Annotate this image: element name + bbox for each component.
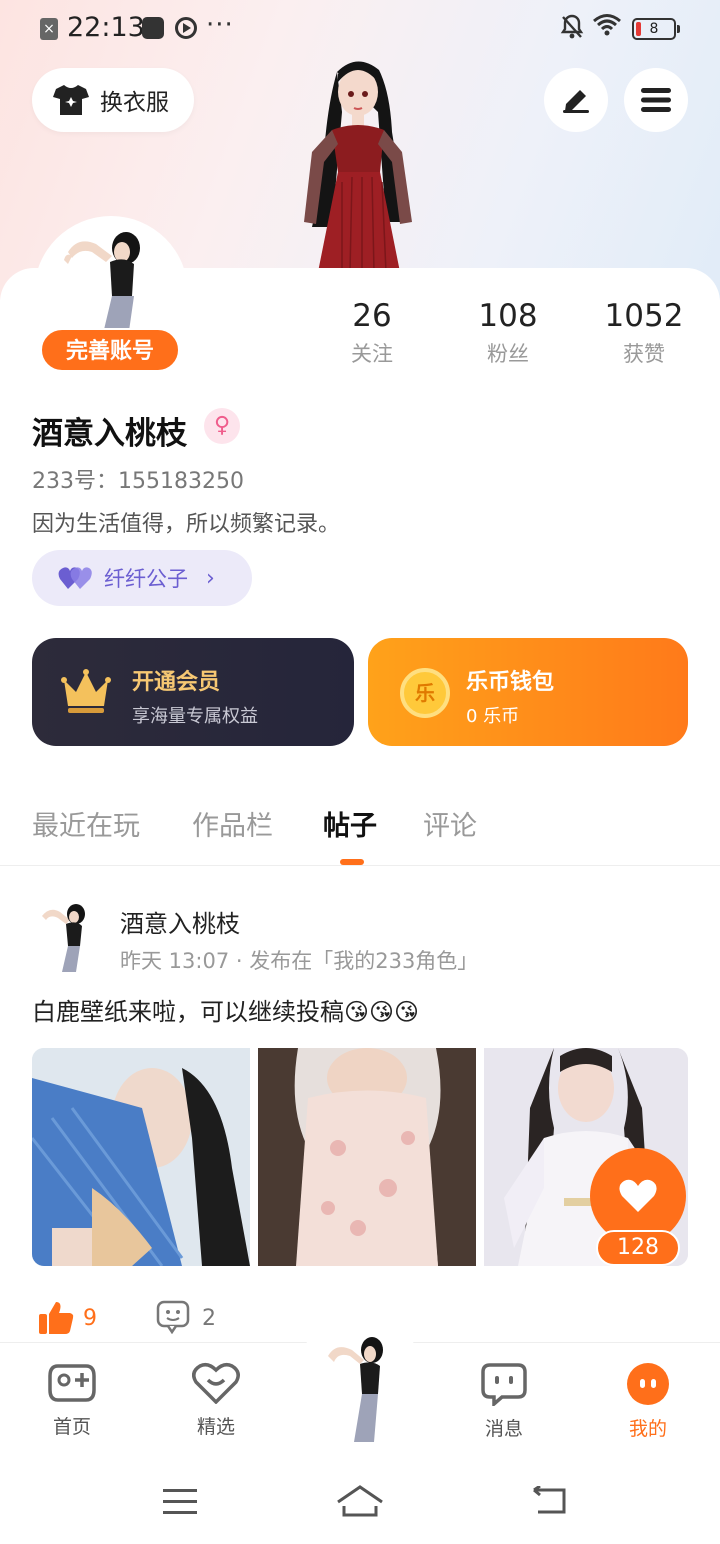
like-floating-count: 128 [596,1230,680,1266]
cp-relation-label: 纤纤公子 [104,567,188,591]
vip-membership-card[interactable]: 开通会员 享海量专属权益 [32,638,354,746]
stat-following-label: 关注 [351,342,393,366]
stat-followers-count: 108 [478,298,538,334]
stat-likes[interactable]: 1052 获赞 [574,298,714,368]
tab-comments[interactable]: 评论 [423,804,477,843]
post-meta: 昨天 13:07 · 发布在「我的233角色」 [120,949,479,973]
tab-works[interactable]: 作品栏 [192,804,273,843]
face-icon [627,1363,669,1405]
wallet-balance: 0 乐币 [466,706,520,727]
nav-featured-label: 精选 [196,1416,235,1438]
complete-account-button[interactable]: 完善账号 [40,328,180,372]
hamburger-icon [641,88,671,112]
tshirt-icon [52,83,90,117]
post-comment-count: 2 [202,1306,216,1331]
wallet-title: 乐币钱包 [466,670,555,695]
username: 酒意入桃枝 [32,416,187,452]
post-author-name[interactable]: 酒意入桃枝 [120,904,240,939]
vip-title: 开通会员 [132,670,221,695]
pencil-icon [563,90,589,113]
more-notifications-icon: ··· [206,10,234,40]
nav-home-label: 首页 [52,1416,91,1438]
nav-profile[interactable]: 我的 [603,1362,693,1441]
post-text[interactable]: 白鹿壁纸来啦，可以继续投稿😘😘😘 [32,992,419,1027]
thumbs-up-icon[interactable] [38,1300,74,1336]
status-time: 22:13 [67,12,145,43]
avatar[interactable] [62,226,152,338]
cp-relation-button[interactable]: 纤纤公子 › [32,550,252,606]
system-navigation-bar [0,1452,720,1544]
close-notification-icon: × [40,18,58,40]
back-icon[interactable] [530,1486,568,1516]
nav-avatar-center[interactable] [326,1332,392,1442]
post-image-2[interactable] [258,1048,476,1266]
coin-wallet-card[interactable]: 乐 乐币钱包 0 乐币 [368,638,688,746]
change-outfit-button[interactable]: 换衣服 [32,68,194,132]
chevron-right-icon: › [206,565,215,591]
avatar-character-figure[interactable] [282,52,432,273]
heart-chat-icon [192,1362,240,1405]
vip-subtitle: 享海量专属权益 [132,706,258,727]
tab-recently-played[interactable]: 最近在玩 [32,804,140,843]
stat-following-count: 26 [352,298,392,334]
profile-tabs: 最近在玩 作品栏 帖子 评论 [0,800,720,866]
user-bio: 因为生活值得，所以频繁记录。 [32,512,341,537]
home-icon[interactable] [336,1484,384,1518]
menu-button[interactable] [624,68,688,132]
nav-home[interactable]: 首页 [27,1362,117,1439]
status-bar: × 22:13 ··· 8 [0,0,720,58]
muted-bell-icon [560,14,584,46]
change-outfit-label: 换衣服 [100,90,169,116]
nav-messages[interactable]: 消息 [459,1362,549,1441]
battery-icon: 8 [632,18,680,40]
recent-apps-icon[interactable] [162,1488,198,1516]
gamepad-icon [48,1364,96,1402]
nav-featured[interactable]: 精选 [171,1362,261,1439]
stat-following[interactable]: 26 关注 [302,298,442,368]
nav-profile-label: 我的 [628,1418,667,1440]
active-tab-indicator [340,859,364,865]
post-author-avatar[interactable] [40,900,90,972]
stat-followers[interactable]: 108 粉丝 [438,298,578,368]
coin-icon: 乐 [400,668,450,718]
post-like-count: 9 [83,1306,97,1331]
stat-likes-count: 1052 [604,298,684,334]
stat-likes-label: 获赞 [623,342,665,366]
app-notification-icon [142,17,164,39]
comment-icon[interactable] [156,1300,190,1334]
play-notification-icon [175,17,197,39]
tab-posts[interactable]: 帖子 [323,804,377,843]
nav-messages-label: 消息 [484,1418,523,1440]
wifi-icon [592,12,622,42]
crown-icon [61,669,111,713]
edit-profile-button[interactable] [544,68,608,132]
user-id: 233号：155183250 [32,469,244,494]
double-heart-icon [58,567,92,589]
female-gender-icon: ♀ [204,408,240,444]
post-image-1[interactable] [32,1048,250,1266]
message-icon [481,1363,527,1408]
stat-followers-label: 粉丝 [487,342,529,366]
heart-icon [619,1179,657,1212]
